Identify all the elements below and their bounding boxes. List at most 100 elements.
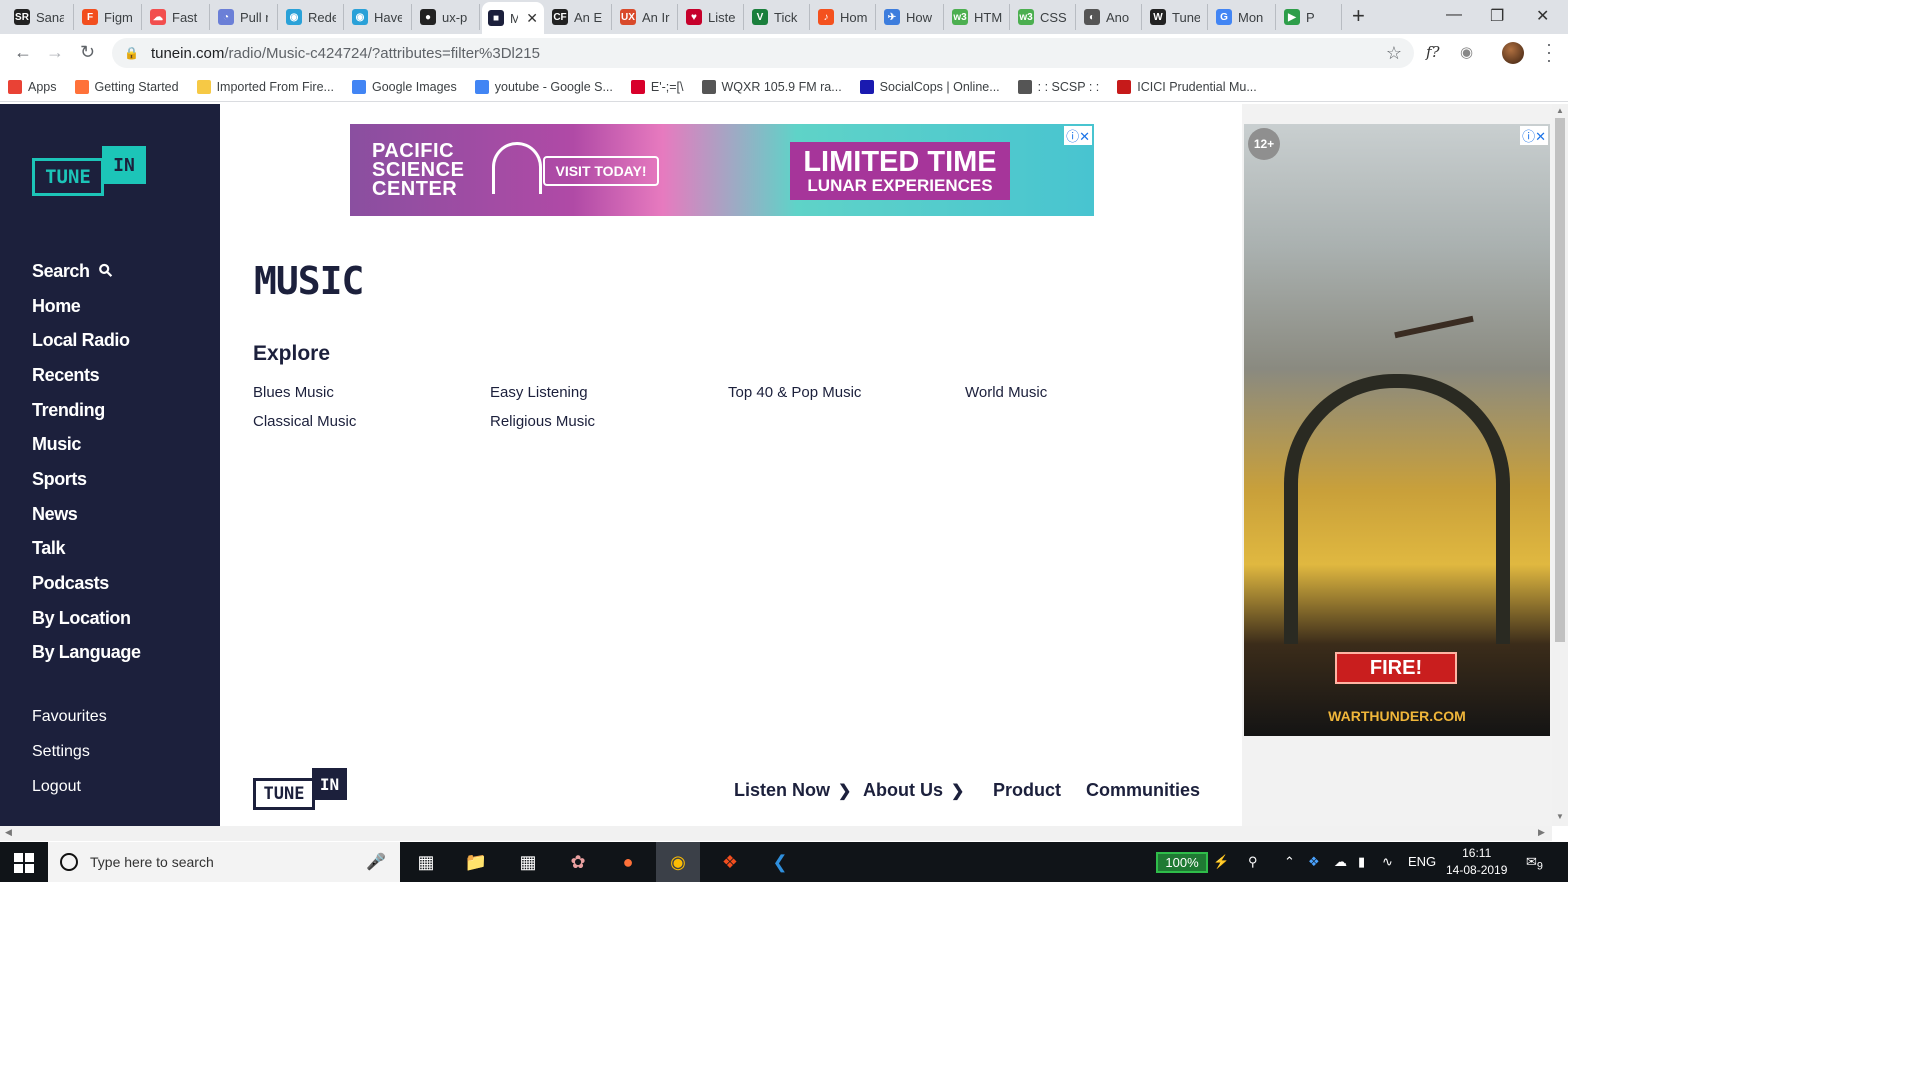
footer-nav-listen-now[interactable]: Listen Now ❯ <box>734 780 851 801</box>
browser-tab[interactable]: ◉ Rede <box>280 4 344 30</box>
file-explorer-icon[interactable]: 📁 <box>464 850 488 874</box>
sidebar-item-search[interactable]: Search ⚲ <box>32 254 141 289</box>
font-extension-icon[interactable]: f? <box>1426 43 1440 61</box>
apps-shortcut[interactable]: Apps <box>0 79 67 94</box>
scroll-left-arrow-icon[interactable]: ◀ <box>5 827 12 838</box>
windows-start-icon[interactable] <box>14 853 34 873</box>
reload-icon[interactable]: ↻ <box>80 42 95 63</box>
bookmark-item[interactable]: youtube - Google S... <box>467 79 623 94</box>
footer-nav-about-us[interactable]: About Us ❯ <box>863 780 964 801</box>
url-text[interactable]: tunein.com/radio/Music-c424724/?attribut… <box>151 45 540 62</box>
taskbar-clock[interactable]: 16:11 14-08-2019 <box>1446 845 1507 879</box>
sidebar-item-settings[interactable]: Settings <box>32 735 107 770</box>
close-tab-icon[interactable]: ✕ <box>526 10 538 27</box>
maximize-button[interactable]: ❐ <box>1490 6 1504 26</box>
notification-center-icon[interactable]: ✉9 <box>1526 854 1543 873</box>
close-window-button[interactable]: ✕ <box>1536 6 1549 26</box>
dropbox-icon[interactable]: ❖ <box>1308 854 1320 870</box>
minimize-button[interactable]: — <box>1446 6 1462 24</box>
microphone-icon[interactable]: 🎤 <box>366 852 386 872</box>
sidebar-item-music[interactable]: Music <box>32 427 141 462</box>
explore-link[interactable]: Easy Listening <box>490 384 728 404</box>
bookmark-item[interactable]: WQXR 105.9 FM ra... <box>694 79 852 94</box>
sidebar-item-home[interactable]: Home <box>32 289 141 324</box>
firefox-icon[interactable]: ● <box>616 850 640 874</box>
forward-arrow-icon[interactable]: → <box>46 42 64 63</box>
browser-tab[interactable]: ■ M ✕ <box>482 2 544 34</box>
explore-link[interactable]: World Music <box>965 384 1203 404</box>
vscode-icon[interactable]: ❮ <box>768 850 792 874</box>
browser-tab[interactable]: ♥ Liste <box>680 4 744 30</box>
bookmark-item[interactable]: E'-;=[\ <box>623 79 694 94</box>
browser-tab[interactable]: ✈ How <box>878 4 944 30</box>
bookmark-item[interactable]: : : SCSP : : <box>1010 79 1110 94</box>
vertical-scrollbar[interactable]: ▲ ▼ <box>1552 104 1568 826</box>
pacific-science-center-ad[interactable]: PACIFIC SCIENCE CENTER VISIT TODAY! LIMI… <box>350 124 1094 216</box>
chrome-icon[interactable]: ◉ <box>656 842 700 882</box>
figma-icon[interactable]: ❖ <box>718 850 742 874</box>
people-icon[interactable]: ⚲ <box>1248 854 1258 870</box>
sidebar-item-news[interactable]: News <box>32 497 141 532</box>
browser-tab[interactable]: CF An E <box>546 4 612 30</box>
show-hidden-icons[interactable]: ⌃ <box>1284 854 1295 870</box>
scroll-down-arrow-icon[interactable]: ▼ <box>1556 812 1564 821</box>
adchoices-close-icon[interactable]: ⓘ✕ <box>1520 126 1548 145</box>
onedrive-icon[interactable]: ☁ <box>1334 854 1347 870</box>
horizontal-scrollbar[interactable]: ◀ ▶ <box>0 826 1552 841</box>
camera-extension-icon[interactable]: ◉ <box>1460 43 1473 61</box>
battery-status-icon[interactable]: ▮ <box>1358 854 1365 870</box>
ad-visit-button[interactable]: VISIT TODAY! <box>543 156 659 186</box>
sidebar-item-local-radio[interactable]: Local Radio <box>32 323 141 358</box>
bookmark-item[interactable]: SocialCops | Online... <box>852 79 1010 94</box>
task-view-icon[interactable]: ▦ <box>414 850 438 874</box>
new-tab-button[interactable]: + <box>1352 5 1365 27</box>
explore-link[interactable]: Classical Music <box>253 413 490 433</box>
battery-indicator[interactable]: 100% <box>1156 852 1208 873</box>
sidebar-item-sports[interactable]: Sports <box>32 462 141 497</box>
explore-link[interactable]: Religious Music <box>490 413 728 433</box>
sidebar-item-by-language[interactable]: By Language <box>32 636 141 671</box>
browser-menu-icon[interactable]: · · · <box>1546 35 1552 69</box>
scroll-up-arrow-icon[interactable]: ▲ <box>1556 106 1564 115</box>
browser-tab[interactable]: w3 CSS <box>1012 4 1076 30</box>
ad-fire-button[interactable]: FIRE! <box>1335 652 1457 684</box>
bookmark-item[interactable]: Imported From Fire... <box>189 79 344 94</box>
browser-tab[interactable]: ◉ Have <box>346 4 412 30</box>
sidebar-item-talk[interactable]: Talk <box>32 532 141 567</box>
browser-tab[interactable]: G Mon <box>1210 4 1276 30</box>
browser-tab[interactable]: SR Sana <box>8 4 74 30</box>
language-indicator[interactable]: ENG <box>1408 854 1436 869</box>
browser-tab[interactable]: ◔ Pull r <box>212 4 278 30</box>
browser-tab[interactable]: ◐ Ano <box>1078 4 1142 30</box>
sidebar-item-trending[interactable]: Trending <box>32 393 141 428</box>
browser-tab[interactable]: UX An Ir <box>614 4 678 30</box>
explore-link[interactable]: Top 40 & Pop Music <box>728 384 965 404</box>
sidebar-item-podcasts[interactable]: Podcasts <box>32 566 141 601</box>
bookmark-star-icon[interactable]: ☆ <box>1386 43 1402 64</box>
war-thunder-ad[interactable]: 12+ FIRE! WARTHUNDER.COM ⓘ✕ <box>1244 124 1550 736</box>
explore-link[interactable]: Blues Music <box>253 384 490 404</box>
bookmark-item[interactable]: ICICI Prudential Mu... <box>1109 79 1267 94</box>
calculator-icon[interactable]: ▦ <box>516 850 540 874</box>
sidebar-item-logout[interactable]: Logout <box>32 769 107 804</box>
browser-tab[interactable]: ☁ Fast <box>144 4 210 30</box>
adchoices-close-icon[interactable]: ⓘ✕ <box>1064 126 1092 145</box>
back-arrow-icon[interactable]: ← <box>14 42 32 63</box>
wifi-icon[interactable]: ∿ <box>1382 854 1393 870</box>
sidebar-item-recents[interactable]: Recents <box>32 358 141 393</box>
address-bar[interactable]: 🔒 tunein.com/radio/Music-c424724/?attrib… <box>112 38 1414 68</box>
sidebar-item-favourites[interactable]: Favourites <box>32 700 107 735</box>
browser-tab[interactable]: F Figma <box>76 4 142 30</box>
profile-avatar[interactable] <box>1502 42 1524 64</box>
browser-tab[interactable]: V Tick <box>746 4 810 30</box>
scroll-right-arrow-icon[interactable]: ▶ <box>1538 827 1545 838</box>
scrollbar-thumb[interactable] <box>1555 118 1565 642</box>
browser-tab[interactable]: ♪ Hom <box>812 4 876 30</box>
bookmark-item[interactable]: Getting Started <box>67 79 189 94</box>
browser-tab[interactable]: ▶ P <box>1278 4 1342 30</box>
paint-icon[interactable]: ✿ <box>566 850 590 874</box>
browser-tab[interactable]: ● ux-p <box>414 4 480 30</box>
taskbar-search-box[interactable]: Type here to search 🎤 <box>48 842 400 882</box>
bookmark-item[interactable]: Google Images <box>344 79 467 94</box>
browser-tab[interactable]: w3 HTM <box>946 4 1010 30</box>
